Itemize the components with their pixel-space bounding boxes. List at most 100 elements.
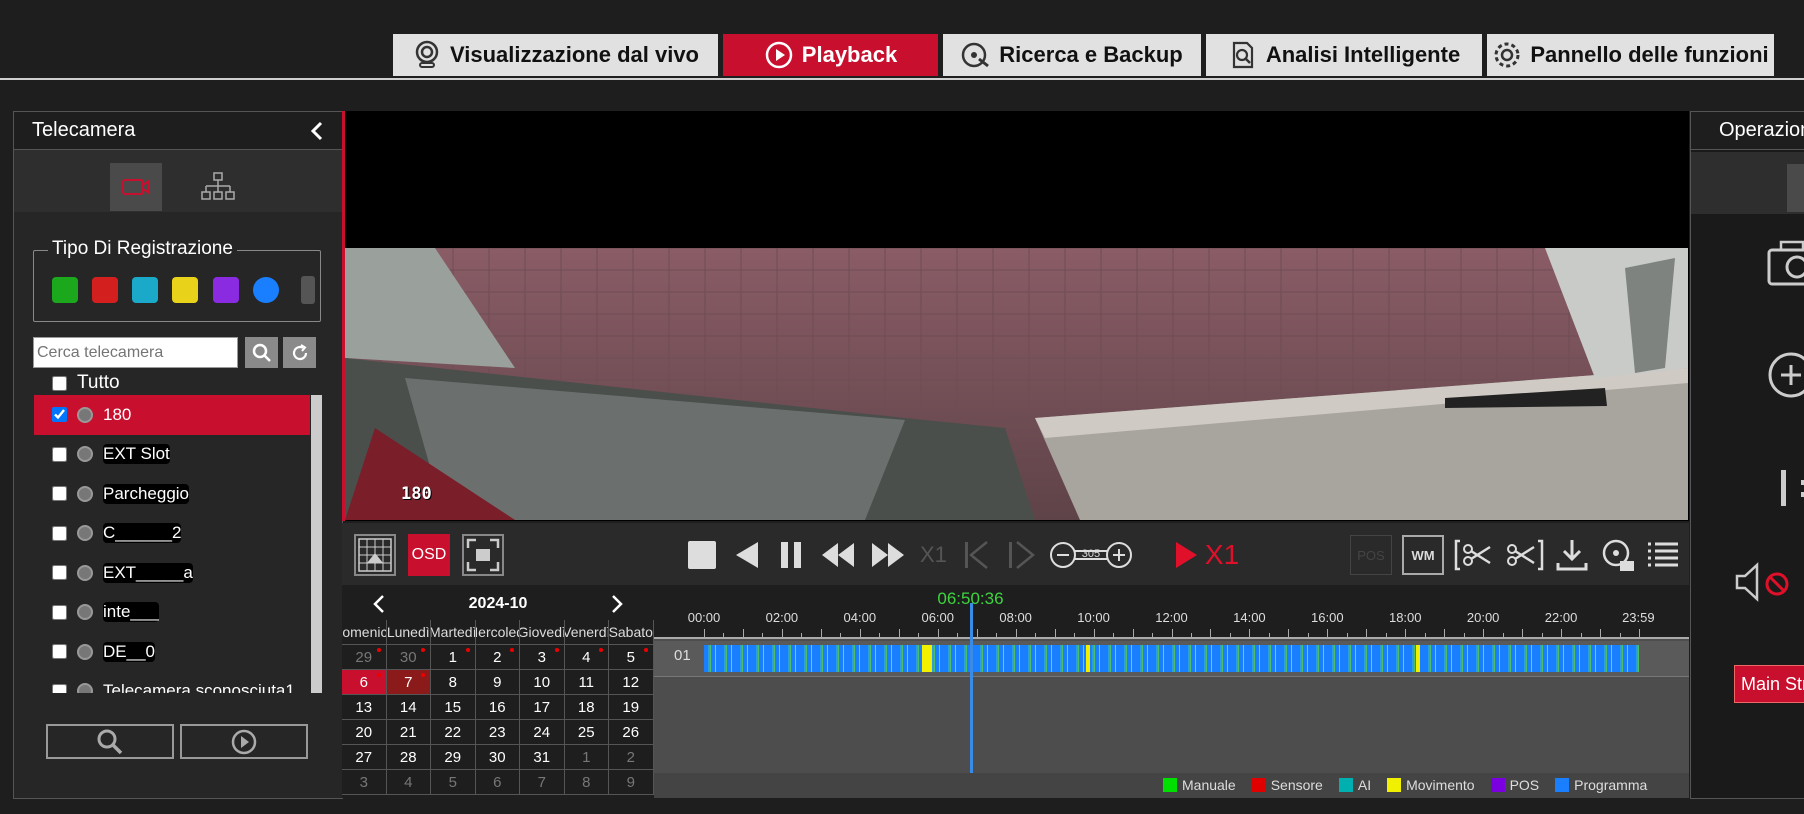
watermark-button[interactable]: WM (1402, 535, 1444, 575)
collapse-left-icon[interactable] (310, 121, 324, 141)
camera-list-item[interactable]: EXT_____a (34, 553, 310, 593)
search-button[interactable] (245, 337, 278, 368)
calendar-day[interactable]: 16 (475, 695, 520, 720)
calendar-day[interactable]: 14 (386, 695, 431, 720)
calendar-day[interactable]: 6 (342, 670, 387, 695)
calendar-day[interactable]: 23 (475, 720, 520, 745)
camera-list-item[interactable]: 180 (34, 395, 310, 435)
timeline-cursor[interactable] (970, 603, 974, 780)
pos-icon[interactable] (213, 277, 239, 303)
calendar-day[interactable]: 29 (431, 745, 476, 770)
tab-search-backup[interactable]: Ricerca e Backup (943, 34, 1201, 76)
fullscreen-button[interactable] (462, 534, 504, 576)
stop-icon[interactable] (686, 539, 718, 571)
camera-list-item[interactable]: C______2 (34, 514, 310, 554)
calendar-day[interactable]: 7 (520, 770, 565, 795)
calendar-day[interactable]: 30 (475, 745, 520, 770)
camera-view-button[interactable] (110, 163, 162, 211)
timeline[interactable]: 00:00 02:00 04:00 06:00 08:00 10:00 12:00 14:00… (654, 585, 1689, 798)
calendar-day[interactable]: 3 (520, 645, 565, 670)
calendar-day[interactable]: 2 (475, 645, 520, 670)
calendar-day[interactable]: 28 (386, 745, 431, 770)
camera-list-scrollbar[interactable] (311, 395, 322, 693)
clock-schedule-icon[interactable] (253, 277, 279, 303)
camera-list-item[interactable]: EXT Slot (34, 435, 310, 475)
search-records-button[interactable] (46, 724, 174, 759)
download-icon[interactable] (1554, 537, 1590, 573)
calendar-day[interactable]: 15 (431, 695, 476, 720)
calendar-day[interactable]: 2 (609, 745, 654, 770)
tab-intelligent-analysis[interactable]: Analisi Intelligente (1206, 34, 1482, 76)
main-stream-button[interactable]: Main Stream (1734, 665, 1804, 703)
ai-face-icon[interactable] (132, 277, 158, 303)
calendar-day[interactable]: 1 (431, 645, 476, 670)
list-icon[interactable] (1646, 539, 1680, 571)
camera-checkbox[interactable] (52, 604, 67, 620)
mute-icon[interactable] (1734, 562, 1794, 602)
reverse-play-icon[interactable] (732, 539, 762, 571)
refresh-button[interactable] (283, 337, 316, 368)
calendar-day[interactable]: 25 (564, 720, 609, 745)
digital-zoom-icon[interactable] (1765, 350, 1804, 400)
calendar-day[interactable]: 11 (564, 670, 609, 695)
clip-end-icon[interactable] (1504, 537, 1544, 573)
camera-list-item[interactable]: Telecamera sconosciuta1 (34, 672, 310, 693)
calendar-day[interactable]: 5 (609, 645, 654, 670)
calendar-day[interactable]: 30 (386, 645, 431, 670)
snapshot-icon[interactable] (1767, 240, 1804, 286)
calendar-day[interactable]: 12 (609, 670, 654, 695)
calendar-day[interactable]: 8 (564, 770, 609, 795)
calendar-day[interactable]: 26 (609, 720, 654, 745)
search-camera-input[interactable] (33, 337, 238, 368)
hand-icon[interactable] (52, 277, 78, 303)
calendar-day[interactable]: 29 (342, 645, 387, 670)
calendar-day[interactable]: 19 (609, 695, 654, 720)
calendar-day[interactable]: 3 (342, 770, 387, 795)
calendar-day[interactable]: 13 (342, 695, 387, 720)
calendar-day[interactable]: 24 (520, 720, 565, 745)
tab-live-view[interactable]: Visualizzazione dal vivo (393, 34, 718, 76)
camera-checkbox[interactable] (52, 644, 67, 660)
camera-list-item[interactable]: DE__0 (34, 632, 310, 672)
calendar-day[interactable]: 21 (386, 720, 431, 745)
calendar-day[interactable]: 22 (431, 720, 476, 745)
start-playback-button[interactable] (180, 724, 308, 759)
calendar-day[interactable]: 4 (564, 645, 609, 670)
alarm-bell-icon[interactable] (92, 277, 118, 303)
group-view-button[interactable] (198, 168, 238, 206)
calendar-day[interactable]: 8 (431, 670, 476, 695)
calendar-day[interactable]: 9 (475, 670, 520, 695)
tab-function-panel[interactable]: Pannello delle funzioni (1487, 34, 1774, 76)
split-screen-button[interactable] (354, 534, 396, 576)
camera-checkbox[interactable] (52, 683, 67, 693)
operations-tab-active[interactable] (1787, 164, 1804, 212)
calendar-day[interactable]: 27 (342, 745, 387, 770)
calendar-day[interactable]: 18 (564, 695, 609, 720)
camera-checkbox[interactable] (52, 486, 67, 502)
playback-speed[interactable]: X1 (1173, 539, 1239, 571)
calendar-day[interactable]: 6 (475, 770, 520, 795)
camera-checkbox[interactable] (52, 407, 67, 423)
more-icon[interactable] (301, 276, 315, 304)
prev-month-icon[interactable] (372, 594, 386, 614)
calendar-day[interactable]: 4 (386, 770, 431, 795)
pos-button[interactable]: POS (1350, 535, 1392, 575)
pause-icon[interactable] (776, 539, 806, 571)
calendar-day[interactable]: 5 (431, 770, 476, 795)
next-month-icon[interactable] (610, 594, 624, 614)
osd-toggle-button[interactable]: OSD (408, 534, 450, 576)
backup-disk-icon[interactable] (1600, 537, 1636, 573)
select-all-checkbox[interactable] (52, 375, 67, 391)
camera-checkbox[interactable] (52, 565, 67, 581)
calendar-day[interactable]: 10 (520, 670, 565, 695)
calendar-day[interactable]: 17 (520, 695, 565, 720)
fast-forward-icon[interactable] (870, 539, 906, 571)
frame-back-icon[interactable] (961, 539, 991, 571)
recording-bar-ch01[interactable] (704, 645, 1639, 672)
frame-forward-icon[interactable] (1005, 539, 1035, 571)
camera-list-item[interactable]: Parcheggio (34, 474, 310, 514)
calendar-day[interactable]: 1 (564, 745, 609, 770)
tab-playback[interactable]: Playback (723, 34, 938, 76)
calendar-day[interactable]: 31 (520, 745, 565, 770)
calendar-day[interactable]: 9 (609, 770, 654, 795)
